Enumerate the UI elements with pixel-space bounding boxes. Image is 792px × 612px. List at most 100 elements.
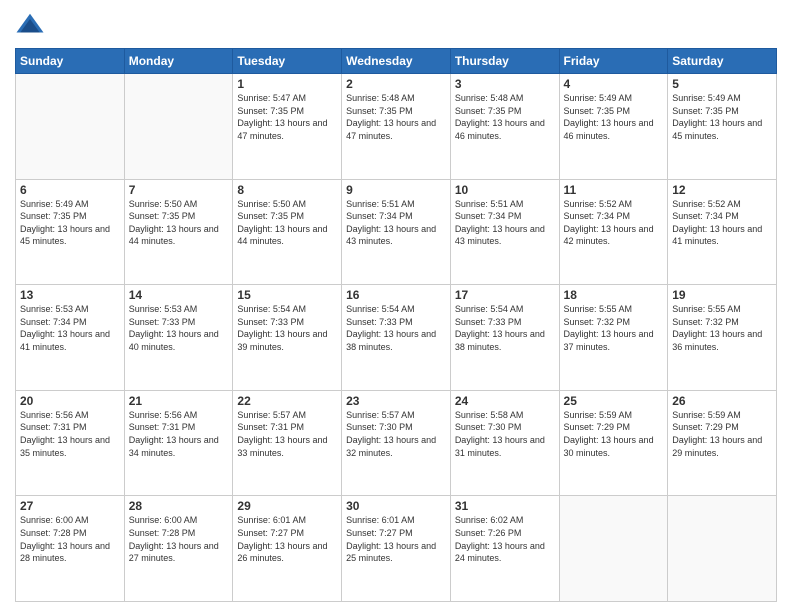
day-info: Sunrise: 5:59 AM Sunset: 7:29 PM Dayligh… <box>564 409 664 459</box>
calendar-cell: 22Sunrise: 5:57 AM Sunset: 7:31 PM Dayli… <box>233 390 342 496</box>
day-info: Sunrise: 5:56 AM Sunset: 7:31 PM Dayligh… <box>129 409 229 459</box>
calendar-cell: 17Sunrise: 5:54 AM Sunset: 7:33 PM Dayli… <box>450 285 559 391</box>
calendar-cell: 19Sunrise: 5:55 AM Sunset: 7:32 PM Dayli… <box>668 285 777 391</box>
day-info: Sunrise: 5:50 AM Sunset: 7:35 PM Dayligh… <box>129 198 229 248</box>
calendar-cell <box>16 74 125 180</box>
day-info: Sunrise: 5:53 AM Sunset: 7:33 PM Dayligh… <box>129 303 229 353</box>
day-number: 25 <box>564 394 664 408</box>
day-number: 2 <box>346 77 446 91</box>
calendar-header-sunday: Sunday <box>16 49 125 74</box>
day-info: Sunrise: 6:00 AM Sunset: 7:28 PM Dayligh… <box>20 514 120 564</box>
calendar-cell: 24Sunrise: 5:58 AM Sunset: 7:30 PM Dayli… <box>450 390 559 496</box>
calendar-header-tuesday: Tuesday <box>233 49 342 74</box>
calendar-cell: 13Sunrise: 5:53 AM Sunset: 7:34 PM Dayli… <box>16 285 125 391</box>
day-info: Sunrise: 6:02 AM Sunset: 7:26 PM Dayligh… <box>455 514 555 564</box>
calendar-cell <box>668 496 777 602</box>
day-number: 23 <box>346 394 446 408</box>
day-info: Sunrise: 5:58 AM Sunset: 7:30 PM Dayligh… <box>455 409 555 459</box>
calendar-cell: 16Sunrise: 5:54 AM Sunset: 7:33 PM Dayli… <box>342 285 451 391</box>
day-number: 15 <box>237 288 337 302</box>
day-info: Sunrise: 5:49 AM Sunset: 7:35 PM Dayligh… <box>564 92 664 142</box>
day-info: Sunrise: 5:51 AM Sunset: 7:34 PM Dayligh… <box>346 198 446 248</box>
day-number: 14 <box>129 288 229 302</box>
calendar-week-row: 27Sunrise: 6:00 AM Sunset: 7:28 PM Dayli… <box>16 496 777 602</box>
header <box>15 10 777 40</box>
calendar-cell: 31Sunrise: 6:02 AM Sunset: 7:26 PM Dayli… <box>450 496 559 602</box>
calendar-week-row: 20Sunrise: 5:56 AM Sunset: 7:31 PM Dayli… <box>16 390 777 496</box>
calendar-header-friday: Friday <box>559 49 668 74</box>
calendar-cell: 14Sunrise: 5:53 AM Sunset: 7:33 PM Dayli… <box>124 285 233 391</box>
day-number: 26 <box>672 394 772 408</box>
day-number: 6 <box>20 183 120 197</box>
calendar-cell: 28Sunrise: 6:00 AM Sunset: 7:28 PM Dayli… <box>124 496 233 602</box>
day-number: 13 <box>20 288 120 302</box>
day-info: Sunrise: 5:48 AM Sunset: 7:35 PM Dayligh… <box>455 92 555 142</box>
calendar-cell: 4Sunrise: 5:49 AM Sunset: 7:35 PM Daylig… <box>559 74 668 180</box>
day-number: 21 <box>129 394 229 408</box>
calendar-cell: 26Sunrise: 5:59 AM Sunset: 7:29 PM Dayli… <box>668 390 777 496</box>
page: SundayMondayTuesdayWednesdayThursdayFrid… <box>0 0 792 612</box>
calendar-cell <box>559 496 668 602</box>
calendar-cell: 15Sunrise: 5:54 AM Sunset: 7:33 PM Dayli… <box>233 285 342 391</box>
day-number: 8 <box>237 183 337 197</box>
calendar-cell: 20Sunrise: 5:56 AM Sunset: 7:31 PM Dayli… <box>16 390 125 496</box>
day-info: Sunrise: 5:49 AM Sunset: 7:35 PM Dayligh… <box>672 92 772 142</box>
calendar-cell: 27Sunrise: 6:00 AM Sunset: 7:28 PM Dayli… <box>16 496 125 602</box>
day-info: Sunrise: 5:54 AM Sunset: 7:33 PM Dayligh… <box>237 303 337 353</box>
calendar-cell: 25Sunrise: 5:59 AM Sunset: 7:29 PM Dayli… <box>559 390 668 496</box>
day-info: Sunrise: 5:55 AM Sunset: 7:32 PM Dayligh… <box>564 303 664 353</box>
day-info: Sunrise: 6:01 AM Sunset: 7:27 PM Dayligh… <box>346 514 446 564</box>
day-number: 22 <box>237 394 337 408</box>
day-number: 5 <box>672 77 772 91</box>
calendar-cell: 7Sunrise: 5:50 AM Sunset: 7:35 PM Daylig… <box>124 179 233 285</box>
calendar-cell: 11Sunrise: 5:52 AM Sunset: 7:34 PM Dayli… <box>559 179 668 285</box>
day-number: 31 <box>455 499 555 513</box>
day-info: Sunrise: 5:57 AM Sunset: 7:30 PM Dayligh… <box>346 409 446 459</box>
calendar-week-row: 1Sunrise: 5:47 AM Sunset: 7:35 PM Daylig… <box>16 74 777 180</box>
day-number: 28 <box>129 499 229 513</box>
calendar-cell: 29Sunrise: 6:01 AM Sunset: 7:27 PM Dayli… <box>233 496 342 602</box>
calendar-cell: 5Sunrise: 5:49 AM Sunset: 7:35 PM Daylig… <box>668 74 777 180</box>
day-number: 12 <box>672 183 772 197</box>
calendar-header-row: SundayMondayTuesdayWednesdayThursdayFrid… <box>16 49 777 74</box>
day-number: 9 <box>346 183 446 197</box>
calendar-cell: 9Sunrise: 5:51 AM Sunset: 7:34 PM Daylig… <box>342 179 451 285</box>
calendar-header-thursday: Thursday <box>450 49 559 74</box>
calendar-week-row: 6Sunrise: 5:49 AM Sunset: 7:35 PM Daylig… <box>16 179 777 285</box>
day-info: Sunrise: 5:52 AM Sunset: 7:34 PM Dayligh… <box>564 198 664 248</box>
day-number: 7 <box>129 183 229 197</box>
day-info: Sunrise: 5:56 AM Sunset: 7:31 PM Dayligh… <box>20 409 120 459</box>
calendar-cell <box>124 74 233 180</box>
calendar-cell: 23Sunrise: 5:57 AM Sunset: 7:30 PM Dayli… <box>342 390 451 496</box>
day-info: Sunrise: 5:54 AM Sunset: 7:33 PM Dayligh… <box>346 303 446 353</box>
day-number: 11 <box>564 183 664 197</box>
day-number: 29 <box>237 499 337 513</box>
calendar-cell: 30Sunrise: 6:01 AM Sunset: 7:27 PM Dayli… <box>342 496 451 602</box>
logo <box>15 10 49 40</box>
day-number: 17 <box>455 288 555 302</box>
calendar-cell: 3Sunrise: 5:48 AM Sunset: 7:35 PM Daylig… <box>450 74 559 180</box>
logo-icon <box>15 10 45 40</box>
day-info: Sunrise: 5:49 AM Sunset: 7:35 PM Dayligh… <box>20 198 120 248</box>
day-info: Sunrise: 5:53 AM Sunset: 7:34 PM Dayligh… <box>20 303 120 353</box>
calendar-cell: 21Sunrise: 5:56 AM Sunset: 7:31 PM Dayli… <box>124 390 233 496</box>
calendar-cell: 8Sunrise: 5:50 AM Sunset: 7:35 PM Daylig… <box>233 179 342 285</box>
day-info: Sunrise: 5:57 AM Sunset: 7:31 PM Dayligh… <box>237 409 337 459</box>
calendar-cell: 12Sunrise: 5:52 AM Sunset: 7:34 PM Dayli… <box>668 179 777 285</box>
day-info: Sunrise: 5:50 AM Sunset: 7:35 PM Dayligh… <box>237 198 337 248</box>
calendar-table: SundayMondayTuesdayWednesdayThursdayFrid… <box>15 48 777 602</box>
day-number: 20 <box>20 394 120 408</box>
day-info: Sunrise: 6:00 AM Sunset: 7:28 PM Dayligh… <box>129 514 229 564</box>
day-info: Sunrise: 5:47 AM Sunset: 7:35 PM Dayligh… <box>237 92 337 142</box>
day-info: Sunrise: 5:51 AM Sunset: 7:34 PM Dayligh… <box>455 198 555 248</box>
day-number: 3 <box>455 77 555 91</box>
calendar-cell: 2Sunrise: 5:48 AM Sunset: 7:35 PM Daylig… <box>342 74 451 180</box>
day-info: Sunrise: 5:52 AM Sunset: 7:34 PM Dayligh… <box>672 198 772 248</box>
day-number: 10 <box>455 183 555 197</box>
calendar-header-saturday: Saturday <box>668 49 777 74</box>
day-number: 19 <box>672 288 772 302</box>
day-number: 18 <box>564 288 664 302</box>
day-info: Sunrise: 5:48 AM Sunset: 7:35 PM Dayligh… <box>346 92 446 142</box>
calendar-week-row: 13Sunrise: 5:53 AM Sunset: 7:34 PM Dayli… <box>16 285 777 391</box>
calendar-cell: 1Sunrise: 5:47 AM Sunset: 7:35 PM Daylig… <box>233 74 342 180</box>
